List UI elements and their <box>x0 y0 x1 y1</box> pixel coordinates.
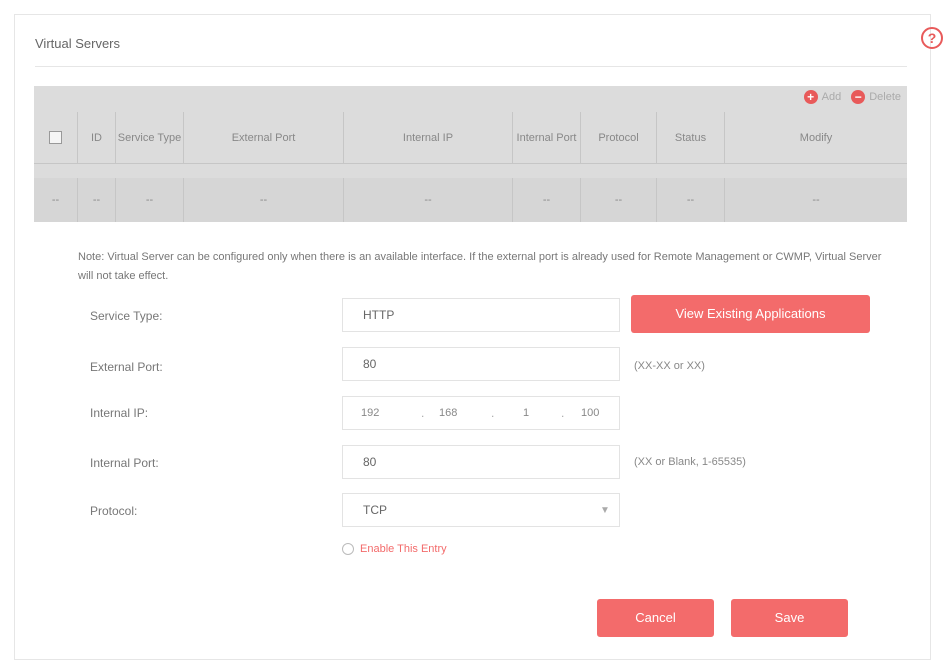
select-all-checkbox[interactable] <box>49 131 62 144</box>
table-cell: -- <box>34 178 78 222</box>
table-cell: -- <box>581 178 657 222</box>
external-port-label: External Port: <box>90 360 163 374</box>
col-modify: Modify <box>799 131 833 144</box>
title-divider <box>35 66 907 67</box>
ip-dot: . <box>421 406 425 420</box>
internal-ip-input[interactable]: 192 . 168 . 1 . 100 <box>342 396 620 430</box>
ip-octet-4[interactable]: 100 <box>581 397 599 429</box>
table-cell: -- <box>78 178 116 222</box>
protocol-select[interactable]: TCP <box>342 493 620 527</box>
checkbox-icon[interactable] <box>342 543 354 555</box>
enable-entry-checkbox[interactable]: Enable This Entry <box>342 543 447 555</box>
table-header: ID Service Type External Port Internal I… <box>34 112 907 164</box>
external-port-input[interactable]: 80 <box>342 347 620 381</box>
virtual-server-table: + Add − Delete ID Service Type External … <box>34 86 907 222</box>
col-select[interactable] <box>34 112 78 163</box>
col-protocol: Protocol <box>581 112 657 163</box>
table-cell: -- <box>812 194 820 206</box>
service-type-label: Service Type: <box>90 309 163 323</box>
add-button[interactable]: + Add <box>803 90 842 104</box>
delete-button[interactable]: − Delete <box>851 90 901 104</box>
service-type-input[interactable]: HTTP <box>342 298 620 332</box>
col-internal-port: Internal Port <box>513 112 581 163</box>
internal-port-input[interactable]: 80 <box>342 445 620 479</box>
chevron-down-icon[interactable]: ▼ <box>600 505 610 516</box>
col-external-port: External Port <box>184 112 344 163</box>
enable-entry-label: Enable This Entry <box>360 543 447 555</box>
note-text: Note: Virtual Server can be configured o… <box>78 251 882 282</box>
ip-octet-1[interactable]: 192 <box>361 397 379 429</box>
protocol-label: Protocol: <box>90 504 138 518</box>
col-internal-ip: Internal IP <box>344 112 513 163</box>
col-service-type: Service Type <box>116 112 184 163</box>
table-cell: -- <box>657 178 725 222</box>
table-cell: -- <box>344 178 513 222</box>
ip-octet-3[interactable]: 1 <box>523 397 529 429</box>
table-actions: + Add − Delete <box>803 90 901 104</box>
add-label: Add <box>821 91 842 103</box>
internal-port-label: Internal Port: <box>90 456 159 470</box>
ip-dot: . <box>491 406 495 420</box>
delete-icon: − <box>851 90 866 104</box>
page-title: Virtual Servers <box>35 36 121 51</box>
col-status: Status <box>657 112 725 163</box>
add-icon: + <box>803 90 818 104</box>
ip-dot: . <box>561 406 565 420</box>
table-cell: -- <box>513 178 581 222</box>
help-icon[interactable]: ? <box>921 27 943 49</box>
table-cell: -- <box>184 178 344 222</box>
cancel-button[interactable]: Cancel <box>597 599 714 637</box>
view-existing-applications-button[interactable]: View Existing Applications <box>631 295 870 333</box>
save-button[interactable]: Save <box>731 599 848 637</box>
internal-ip-label: Internal IP: <box>90 406 149 420</box>
col-id: ID <box>78 112 116 163</box>
external-port-hint: (XX-XX or XX) <box>634 360 705 372</box>
ip-octet-2[interactable]: 168 <box>439 397 457 429</box>
delete-label: Delete <box>869 91 901 103</box>
table-row: -- -- -- -- -- -- -- -- -- <box>34 178 907 222</box>
table-cell: -- <box>116 178 184 222</box>
internal-port-hint: (XX or Blank, 1-65535) <box>634 456 746 468</box>
